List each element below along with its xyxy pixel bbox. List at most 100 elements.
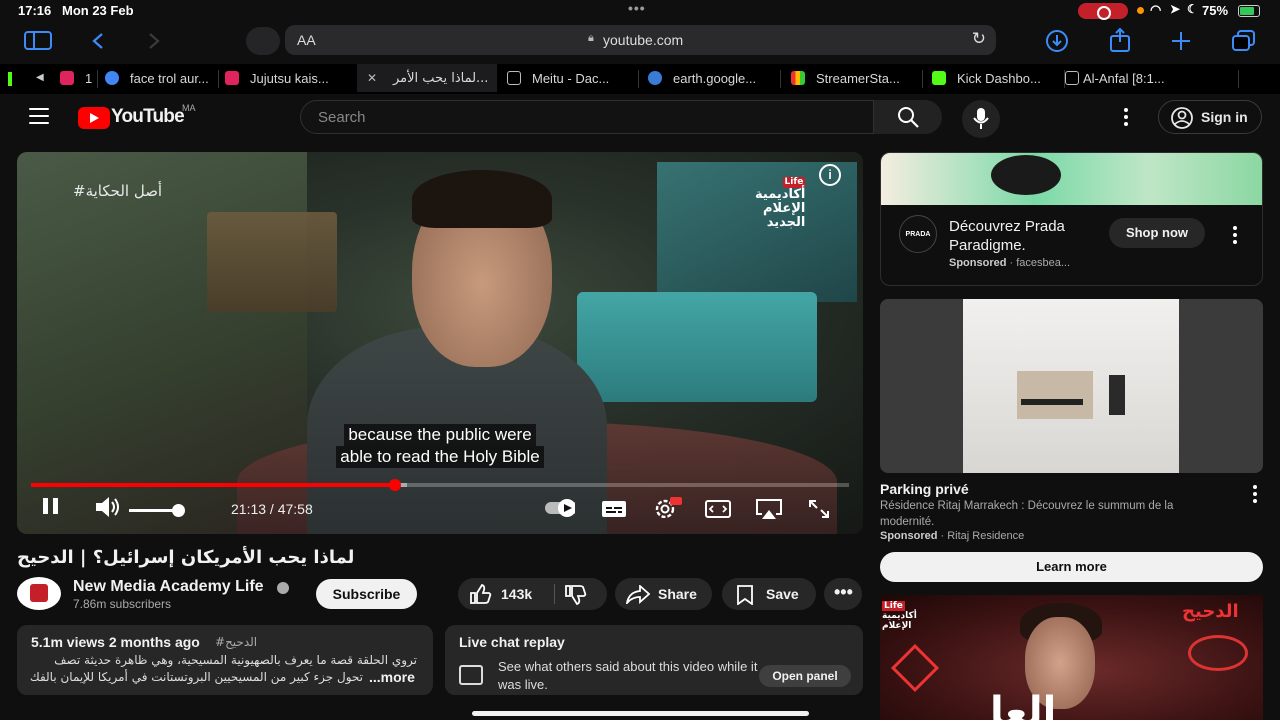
autoplay-toggle-icon[interactable]: [545, 499, 575, 521]
text-size-button[interactable]: AA: [297, 32, 316, 48]
channel-name[interactable]: New Media Academy Life: [73, 578, 264, 596]
tab-divider: [638, 70, 639, 88]
fullscreen-icon[interactable]: [808, 499, 838, 521]
back-icon[interactable]: [91, 32, 105, 50]
tab-1[interactable]: 1: [60, 64, 96, 92]
dislike-icon[interactable]: [565, 585, 587, 605]
tab-2[interactable]: face trol aur...: [105, 64, 217, 92]
tab-edge: [8, 72, 12, 86]
save-label: Save: [766, 586, 799, 602]
ad-more-icon[interactable]: [1233, 226, 1237, 247]
video-title: لماذا يحب الأمريكان إسرائيل؟ | الدحيح: [17, 547, 355, 568]
like-dislike-group: 143k: [458, 578, 607, 610]
multitasking-dots-icon[interactable]: •••: [628, 0, 646, 16]
screen-recording-icon[interactable]: [1078, 3, 1128, 20]
theater-mode-icon[interactable]: [705, 500, 735, 522]
progress-scrubber[interactable]: [389, 479, 401, 491]
learn-more-button[interactable]: Learn more: [880, 552, 1263, 582]
subtitles-icon[interactable]: [601, 500, 631, 522]
tab-8[interactable]: Kick Dashbo...: [932, 64, 1052, 92]
google-favicon-icon: [105, 71, 119, 85]
progress-bar[interactable]: [31, 479, 849, 491]
tab-divider: [1238, 70, 1239, 88]
subtitle-caption: because the public were able to read the…: [317, 424, 563, 468]
search-button[interactable]: [874, 100, 942, 134]
save-button[interactable]: Save: [722, 578, 816, 610]
url-text[interactable]: youtube.com: [603, 32, 683, 48]
pause-button[interactable]: [43, 498, 59, 514]
description-card[interactable]: 5.1m views 2 months ago #الدحيح تروي الح…: [17, 625, 433, 695]
thumbnail-big-text: العا: [990, 689, 1057, 720]
earth-favicon-icon: [648, 71, 662, 85]
tab-6[interactable]: earth.google...: [648, 64, 770, 92]
more-actions-button[interactable]: •••: [824, 578, 862, 610]
description-hashtag[interactable]: #الدحيح: [215, 635, 257, 649]
forward-icon[interactable]: [147, 32, 161, 50]
show-more-link[interactable]: ...more: [369, 669, 415, 685]
ad-title[interactable]: Découvrez Prada Paradigme.: [949, 217, 1099, 255]
pill-divider: [554, 584, 555, 604]
verified-badge-icon: [277, 582, 289, 594]
voice-search-button[interactable]: [962, 100, 1000, 138]
info-icon[interactable]: i: [819, 164, 841, 186]
tab-overview-icon[interactable]: [1232, 30, 1256, 52]
settings-gear-icon[interactable]: [653, 496, 683, 518]
recommended-video-thumbnail[interactable]: Life أكاديمية الإعلام الدحيح العا: [880, 595, 1263, 720]
search-input[interactable]: Search: [300, 100, 874, 134]
tab-strip: ◀ 1 face trol aur... Jujutsu kais... ✕ ل…: [0, 64, 1280, 94]
description-line-1: تروي الحلقة قصة ما يعرف بالصهيونية المسي…: [54, 653, 417, 667]
thumbnail-channel-logo: Life أكاديمية الإعلام: [882, 601, 917, 631]
tab-3[interactable]: Jujutsu kais...: [225, 64, 343, 92]
volume-slider-handle[interactable]: [172, 504, 185, 517]
mic-indicator-icon: [1137, 7, 1144, 14]
parking-ad-image[interactable]: [880, 299, 1263, 473]
share-arrow-icon: [626, 585, 650, 604]
photo-kitchen-cabinet: [1017, 371, 1093, 419]
like-count[interactable]: 143k: [501, 586, 532, 602]
shop-now-button[interactable]: Shop now: [1109, 218, 1205, 248]
tab-active[interactable]: ✕ لماذا يحب الأمر...: [357, 64, 497, 92]
prada-ad-card[interactable]: PRADA Découvrez Prada Paradigme. Sponsor…: [880, 152, 1263, 286]
tab-9[interactable]: Al-Anfal [8:1...: [1065, 64, 1225, 92]
meitu-favicon-icon: [507, 71, 521, 85]
open-panel-button[interactable]: Open panel: [759, 665, 851, 687]
channel-avatar[interactable]: [17, 577, 61, 610]
country-code: MA: [182, 103, 196, 113]
ad-banner-image[interactable]: [881, 153, 1262, 205]
share-icon[interactable]: [1109, 27, 1131, 53]
menu-icon[interactable]: [29, 108, 49, 124]
status-time: 17:16: [18, 3, 52, 18]
tab-5[interactable]: Meitu - Dac...: [507, 64, 629, 92]
advertiser-logo[interactable]: PRADA: [899, 215, 937, 253]
airplay-icon[interactable]: [756, 499, 786, 521]
video-player[interactable]: #أصل الحكاية Life أكاديمية الإعلام الجدي…: [17, 152, 863, 534]
address-bar[interactable]: AA 🔒︎ youtube.com ↻: [285, 25, 996, 55]
sidebar-icon[interactable]: [24, 31, 52, 51]
download-icon[interactable]: [1045, 29, 1069, 53]
sign-in-button[interactable]: Sign in: [1158, 100, 1262, 134]
share-button[interactable]: Share: [615, 578, 712, 610]
reload-icon[interactable]: ↻: [972, 29, 986, 49]
tab-7[interactable]: StreamerSta...: [791, 64, 913, 92]
extension-button[interactable]: [246, 27, 280, 55]
subscriber-count: 7.86m subscribers: [73, 597, 172, 611]
video-frame-bed: [577, 292, 817, 402]
youtube-logo-icon[interactable]: [78, 107, 110, 129]
ad2-title[interactable]: Parking privé: [880, 481, 969, 497]
account-icon: [1171, 107, 1193, 129]
kick-favicon-icon: [932, 71, 946, 85]
new-tab-icon[interactable]: [1171, 31, 1191, 51]
thumbnail-title: الدحيح: [1182, 601, 1239, 622]
ad2-more-icon[interactable]: [1253, 485, 1257, 506]
channel-watermark-logo: Life أكاديمية الإعلام الجديد: [755, 177, 806, 230]
home-indicator[interactable]: [472, 711, 809, 716]
volume-icon[interactable]: [95, 496, 121, 518]
like-icon[interactable]: [470, 584, 492, 604]
more-horizontal-icon: •••: [834, 582, 853, 602]
youtube-wordmark[interactable]: YouTube: [111, 106, 185, 128]
safari-toolbar: AA 🔒︎ youtube.com ↻: [0, 22, 1280, 62]
photo-counter: [1021, 399, 1083, 405]
settings-more-icon[interactable]: [1124, 108, 1130, 129]
close-tab-icon[interactable]: ✕: [367, 72, 379, 84]
subscribe-button[interactable]: Subscribe: [316, 579, 417, 609]
